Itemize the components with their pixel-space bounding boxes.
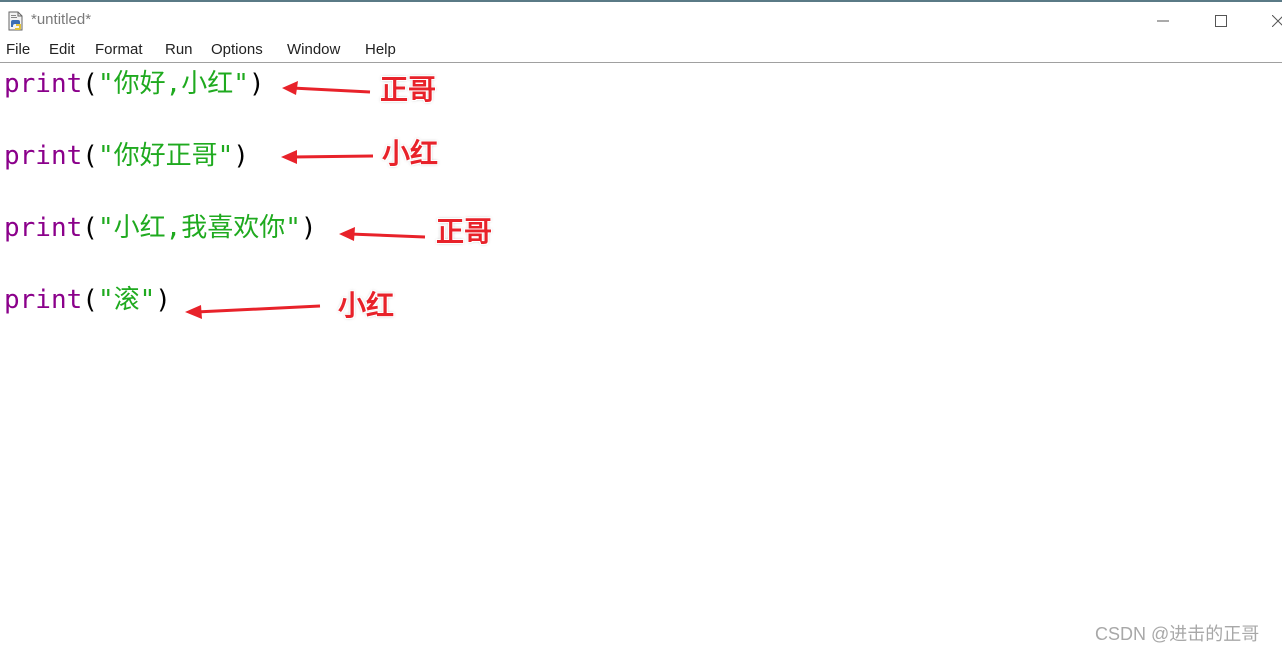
arrow-icon	[281, 150, 374, 164]
arrow-icon	[185, 304, 321, 319]
annotation-arrows	[185, 81, 426, 319]
annotation-label: 正哥	[380, 73, 437, 106]
arrow-icon	[339, 227, 426, 241]
watermark: CSDN @进击的正哥	[1095, 624, 1260, 644]
annotation-label: 正哥	[436, 215, 493, 248]
annotation-label: 小红	[338, 289, 395, 322]
arrow-icon	[282, 81, 371, 95]
annotation-label: 小红	[382, 137, 439, 170]
